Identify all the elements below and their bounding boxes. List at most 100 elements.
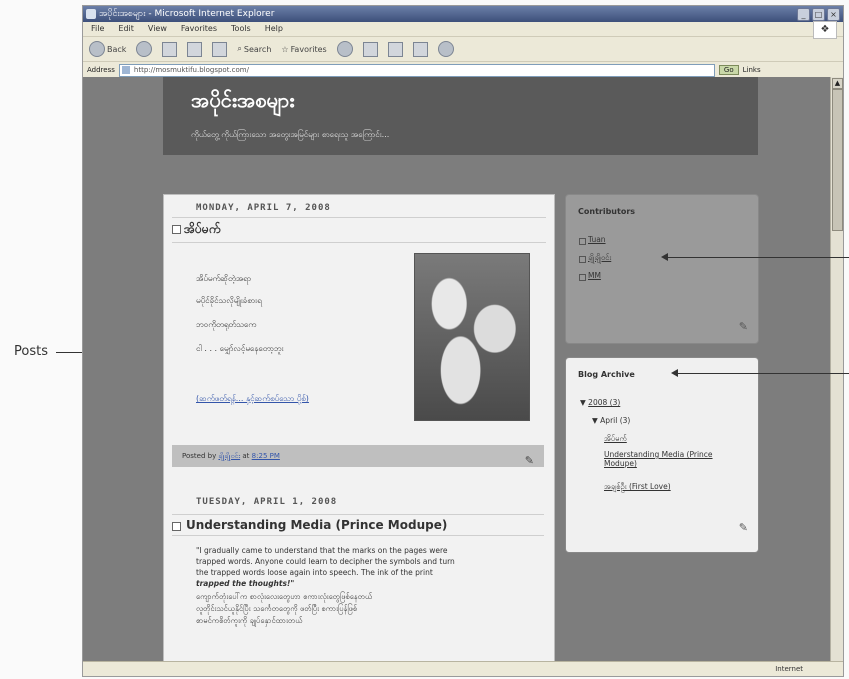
- post-text: ကျောက်တုံးပေါ်က စာလုံးလေးတွေဟာ စကားလုံးတ…: [196, 592, 373, 601]
- archive-callout-arrowhead: [671, 369, 678, 377]
- page-icon: [121, 65, 130, 74]
- search-icon: ⌕: [237, 44, 242, 53]
- refresh-button[interactable]: [187, 41, 203, 57]
- toolbar: Back ⌕ Search ☆ Favorites: [83, 37, 843, 62]
- home-icon: [212, 41, 228, 57]
- window-title: အပိုင်းအစများ - Microsoft Internet Explo…: [99, 9, 275, 19]
- archive-title: Blog Archive: [578, 370, 635, 379]
- triangle-down-icon: ▼: [592, 416, 598, 425]
- back-button[interactable]: Back: [89, 41, 126, 57]
- post-title[interactable]: အိပ်မက်: [172, 217, 546, 243]
- read-more-link[interactable]: (ဆက်ဖတ်ရန်... နှင့်ဆက်စပ်သော ပို့စ်): [196, 393, 309, 405]
- date-header: MONDAY, APRIL 7, 2008: [196, 203, 331, 213]
- menu-view[interactable]: View: [148, 22, 167, 36]
- post-text: စာမင်ကစိတ်ကူးကို ချုပ်နှောင်ထားတယ်: [196, 616, 303, 625]
- windows-logo-icon: ❖: [813, 21, 837, 39]
- post-body: အိပ်မက်ဆိုတဲ့အရာ မပိုင်ခိုင်သလိုမျိုးခံစ…: [172, 243, 546, 421]
- menu-tools[interactable]: Tools: [231, 22, 251, 36]
- post-time-link[interactable]: 8:25 PM: [252, 452, 280, 460]
- menu-edit[interactable]: Edit: [118, 22, 134, 36]
- edit-icon: [412, 41, 428, 57]
- menu-help[interactable]: Help: [265, 22, 283, 36]
- triangle-down-icon: ▼: [580, 398, 586, 407]
- contributors-callout-arrowhead: [661, 253, 668, 261]
- archive-month[interactable]: ▼ April (3): [592, 416, 630, 425]
- messenger-icon: [437, 41, 454, 57]
- edit-widget-icon[interactable]: ✎: [739, 521, 748, 534]
- post-line: ဘဝကိုတရုတ်သကေ: [196, 320, 257, 329]
- zone-label: Internet: [775, 665, 803, 673]
- edit-widget-icon[interactable]: ✎: [739, 320, 748, 333]
- mail-button[interactable]: [362, 41, 378, 57]
- archive-post-link[interactable]: အိပ်မက်: [604, 434, 627, 445]
- address-input[interactable]: http://mosmuktifu.blogspot.com/: [118, 63, 715, 77]
- post-footer: Posted by ချိုချိုဝင်း at 8:25 PM ✎: [172, 445, 544, 467]
- window-controls: _ □ ×: [797, 8, 840, 21]
- post-title[interactable]: Understanding Media (Prince Modupe): [172, 514, 544, 536]
- post-text: လူတိုင်းသင်ယူနိုင်ပြီး သင်္ကေတတွေကို ဖတ်…: [196, 604, 358, 613]
- post-line: အိပ်မက်ဆိုတဲ့အရာ: [196, 274, 252, 283]
- contributor-link[interactable]: MM: [579, 271, 601, 281]
- menu-bar: File Edit View Favorites Tools Help ❖: [83, 21, 843, 39]
- mail-icon: [362, 41, 378, 57]
- address-value: http://mosmuktifu.blogspot.com/: [133, 65, 249, 74]
- scroll-up-icon[interactable]: ▲: [832, 78, 843, 89]
- posts-callout: Posts: [14, 344, 48, 359]
- messenger-button[interactable]: [437, 41, 454, 57]
- archive-callout-arrow: [678, 373, 849, 374]
- print-button[interactable]: [387, 41, 403, 57]
- maximize-button[interactable]: □: [812, 8, 825, 21]
- back-arrow-icon: [89, 41, 105, 57]
- title-bar: အပိုင်းအစများ - Microsoft Internet Explo…: [83, 6, 843, 22]
- browser-window: အပိုင်းအစများ - Microsoft Internet Explo…: [82, 5, 844, 677]
- ie-icon: [86, 9, 96, 19]
- history-icon: [336, 41, 353, 57]
- tulip-photo: [414, 253, 530, 421]
- stop-icon: [162, 41, 178, 57]
- menu-favorites[interactable]: Favorites: [181, 22, 217, 36]
- stop-button[interactable]: [162, 41, 178, 57]
- archive-year[interactable]: ▼ 2008 (3): [580, 398, 620, 407]
- print-icon: [387, 41, 403, 57]
- vertical-scrollbar[interactable]: ▲: [830, 77, 843, 662]
- contributor-link[interactable]: Tuan: [579, 235, 606, 245]
- favorites-button[interactable]: ☆ Favorites: [281, 45, 326, 54]
- post-text: "I gradually came to understand that the…: [196, 546, 448, 555]
- blog-archive-widget: Blog Archive ▼ 2008 (3) ▼ April (3) အိပ်…: [565, 357, 759, 553]
- archive-post-link[interactable]: Understanding Media (Prince Modupe): [604, 450, 744, 468]
- contributor-link[interactable]: ချိုချိုဝင်း: [578, 253, 611, 264]
- contributors-title: Contributors: [578, 207, 636, 216]
- search-button[interactable]: ⌕ Search: [237, 44, 271, 54]
- archive-post-link[interactable]: အချစ်ဦး (First Love): [604, 482, 671, 493]
- contributors-widget: Contributors Tuan ချိုချိုဝင်း MM ✎: [565, 194, 759, 344]
- forward-button[interactable]: [136, 41, 153, 57]
- status-bar: Internet: [83, 661, 843, 676]
- blog-description: ကိုယ်တွေ့ ကိုယ်ကြားသော အတွေးအမြင်များ စာ…: [191, 130, 390, 139]
- go-button[interactable]: Go: [718, 65, 739, 75]
- post-line: မပိုင်ခိုင်သလိုမျိုးခံစားရ: [196, 296, 262, 305]
- contributors-callout-arrow: [668, 257, 849, 258]
- refresh-icon: [187, 41, 203, 57]
- post-text: the trapped words loose again into speec…: [196, 568, 433, 577]
- edit-button[interactable]: [412, 41, 428, 57]
- address-label: Address: [87, 66, 115, 74]
- scrollbar-thumb[interactable]: [832, 89, 843, 231]
- minimize-button[interactable]: _: [797, 8, 810, 21]
- close-button[interactable]: ×: [827, 8, 840, 21]
- history-button[interactable]: [336, 41, 353, 57]
- forward-arrow-icon: [136, 41, 153, 57]
- home-button[interactable]: [212, 41, 228, 57]
- page-viewport: အပိုင်းအစများ ကိုယ်တွေ့ ကိုယ်ကြားသော အတွ…: [83, 77, 843, 662]
- blog-header: အပိုင်းအစများ ကိုယ်တွေ့ ကိုယ်ကြားသော အတွ…: [163, 77, 758, 155]
- post-line: ငါ . . . မျှော်လင့်မနေတော့ဘူး: [196, 344, 284, 353]
- links-label[interactable]: Links: [743, 66, 761, 74]
- date-header: TUESDAY, APRIL 1, 2008: [196, 497, 338, 507]
- post-text: trapped words. Anyone could learn to dec…: [196, 557, 455, 566]
- post-text: trapped the thoughts!": [196, 579, 295, 588]
- star-icon: ☆: [281, 44, 289, 54]
- posts-column: MONDAY, APRIL 7, 2008 အိပ်မက် အိပ်မက်ဆို…: [163, 194, 555, 662]
- blog-title[interactable]: အပိုင်းအစများ: [191, 87, 294, 117]
- post-author-link[interactable]: ချိုချိုဝင်း: [218, 452, 240, 460]
- menu-file[interactable]: File: [91, 22, 104, 36]
- edit-post-icon[interactable]: ✎: [525, 450, 534, 472]
